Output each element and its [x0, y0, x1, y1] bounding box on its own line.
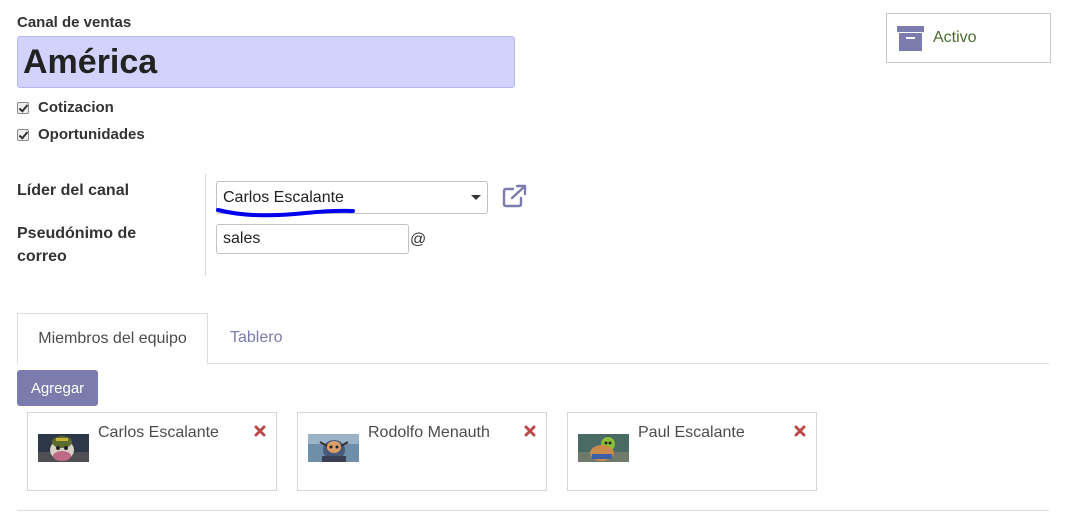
- channel-name-field[interactable]: América: [17, 36, 515, 88]
- remove-icon[interactable]: [794, 425, 806, 437]
- tab-team-members[interactable]: Miembros del equipo: [17, 313, 208, 364]
- checkbox-row-cotizacion: Cotizacion: [17, 99, 114, 116]
- member-name: Paul Escalante: [638, 424, 745, 441]
- form-separator: [205, 174, 206, 276]
- archive-icon: [897, 25, 924, 51]
- leader-label: Líder del canal: [17, 182, 130, 199]
- alias-domain-suffix: @: [410, 231, 427, 248]
- bottom-divider: [17, 510, 1049, 511]
- annotation-underline: [216, 208, 355, 218]
- cotizacion-label: Cotizacion: [38, 99, 114, 116]
- remove-icon[interactable]: [254, 425, 266, 437]
- oportunidades-checkbox[interactable]: [17, 128, 29, 141]
- active-toggle-button[interactable]: Activo: [886, 13, 1051, 63]
- external-link-icon[interactable]: [502, 184, 528, 208]
- member-avatar: [308, 434, 359, 462]
- alias-label-line2: correo: [17, 248, 67, 265]
- member-card[interactable]: Rodolfo Menauth: [297, 412, 547, 491]
- member-name: Carlos Escalante: [98, 424, 219, 441]
- alias-label-line1: Pseudónimo de: [17, 225, 137, 242]
- member-name: Rodolfo Menauth: [368, 424, 490, 441]
- member-avatar: [578, 434, 629, 462]
- alias-input[interactable]: sales: [216, 224, 409, 254]
- tab-dashboard[interactable]: Tablero: [230, 329, 282, 347]
- channel-name-text: América: [23, 43, 158, 81]
- cotizacion-checkbox[interactable]: [17, 101, 29, 114]
- oportunidades-label: Oportunidades: [38, 126, 145, 143]
- chevron-down-icon[interactable]: [471, 195, 481, 200]
- member-avatar: [38, 434, 89, 462]
- checkbox-row-oportunidades: Oportunidades: [17, 126, 145, 143]
- member-card[interactable]: Carlos Escalante: [27, 412, 277, 491]
- channel-label: Canal de ventas: [17, 14, 132, 31]
- tab-team-members-label: Miembros del equipo: [38, 329, 187, 347]
- remove-icon[interactable]: [524, 425, 536, 437]
- add-member-button[interactable]: Agregar: [17, 370, 98, 406]
- alias-input-value: sales: [223, 230, 261, 247]
- active-label: Activo: [933, 29, 977, 46]
- member-card[interactable]: Paul Escalante: [567, 412, 817, 491]
